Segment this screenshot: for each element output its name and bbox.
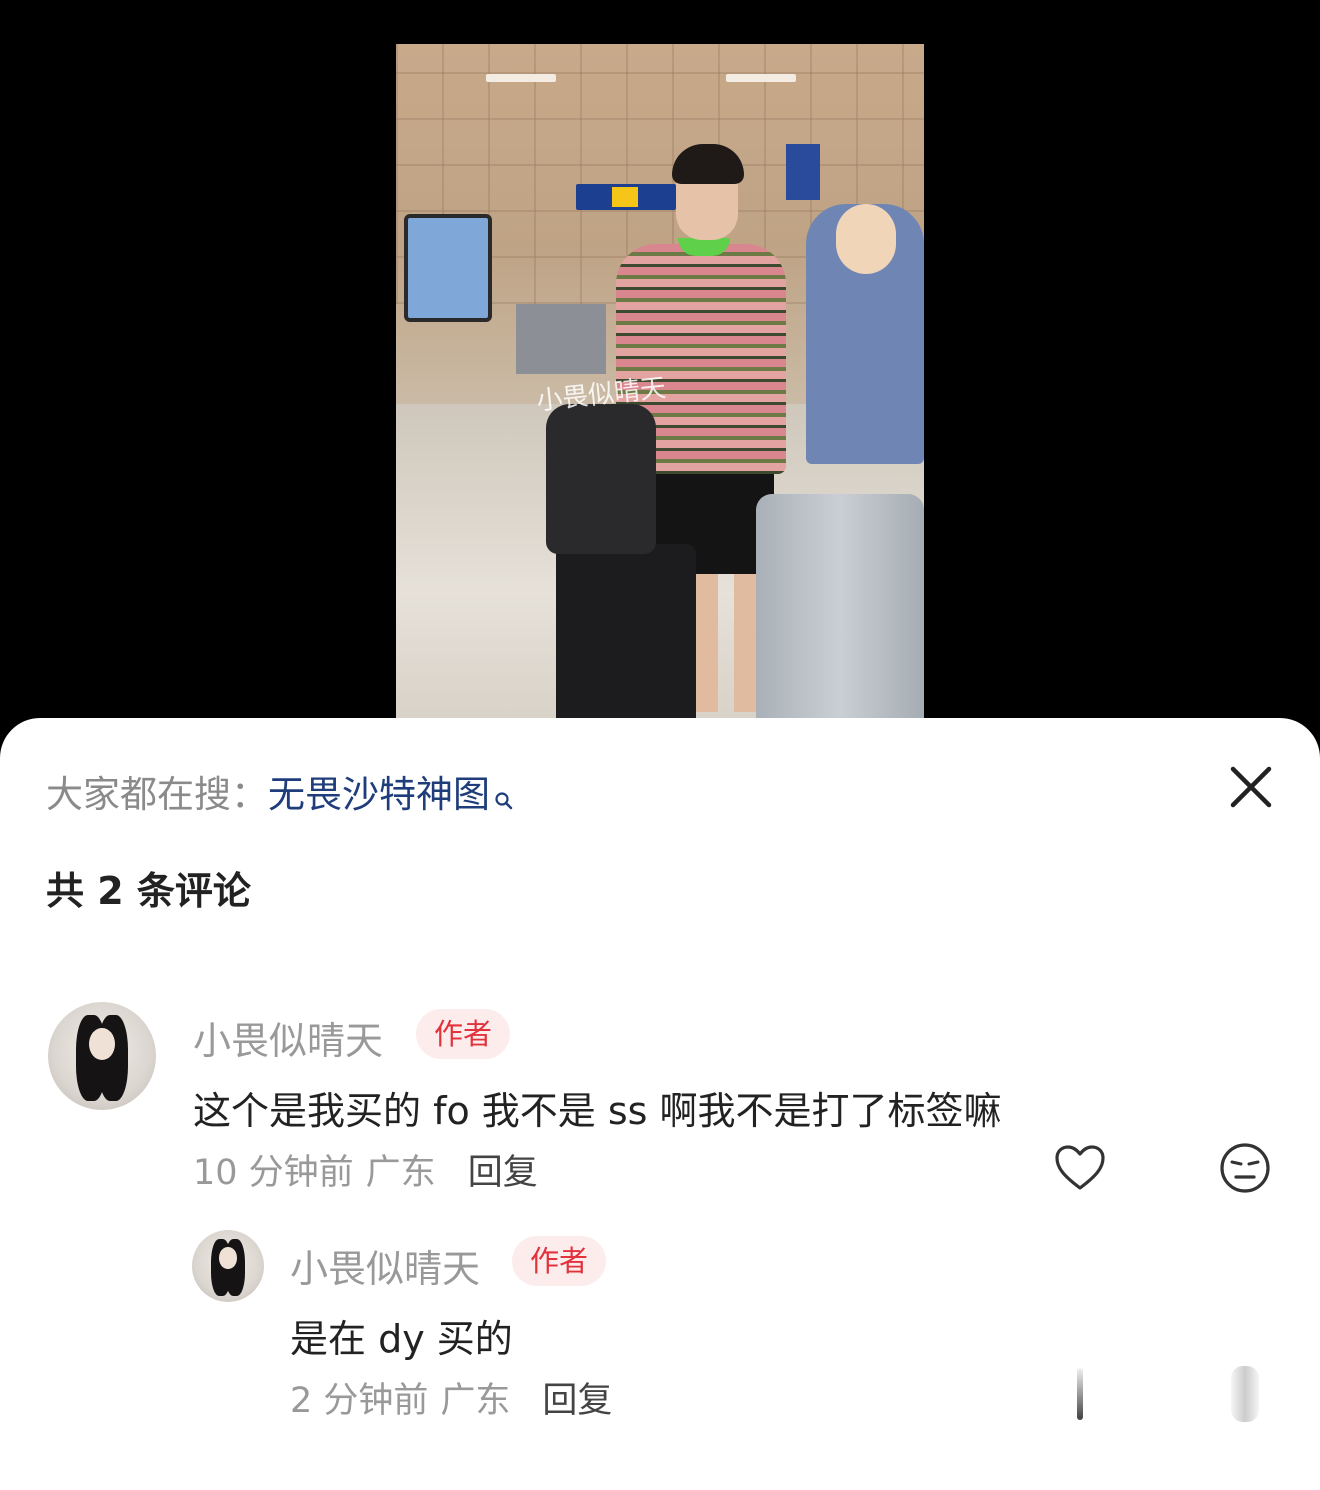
search-icon — [494, 774, 514, 810]
comment-time: 2 分钟前 — [290, 1381, 429, 1421]
trending-search-prefix: 大家都在搜： — [46, 773, 268, 816]
avatar[interactable] — [48, 1002, 156, 1110]
fan-head — [836, 204, 896, 274]
comment-text[interactable]: 这个是我买的 fo 我不是 ss 啊我不是打了标签嘛 — [193, 1080, 1002, 1135]
dark-suitcase — [556, 544, 696, 720]
heart-icon — [1055, 1145, 1105, 1190]
reply-button[interactable]: 回复 — [468, 1153, 538, 1193]
trending-search-term[interactable]: 无畏沙特神图 — [268, 773, 490, 816]
fan-phone — [404, 214, 492, 322]
comment-username[interactable]: 小畏似晴天 — [193, 1010, 383, 1065]
author-badge: 作者 — [512, 1236, 607, 1286]
comment-sheet: 大家都在搜：无畏沙特神图 共 2 条评论 小畏似晴天 作者 这个是我买的 fo … — [0, 718, 1320, 1490]
check-in-counter — [516, 304, 606, 374]
comment-location: 广东 — [365, 1153, 436, 1193]
scroll-indicator — [1231, 1366, 1259, 1422]
scroll-indicator — [1077, 1368, 1083, 1420]
avatar[interactable] — [192, 1230, 264, 1302]
silver-suitcase — [756, 494, 924, 720]
reply-button[interactable]: 回复 — [542, 1381, 612, 1421]
like-button[interactable] — [1054, 1144, 1106, 1196]
author-badge: 作者 — [416, 1009, 511, 1059]
gate-sign — [576, 184, 676, 210]
comment-text[interactable]: 是在 dy 买的 — [290, 1308, 513, 1363]
backpack — [546, 404, 656, 554]
dislike-face-icon — [1220, 1143, 1270, 1193]
close-button[interactable] — [1228, 764, 1274, 810]
comment-time: 10 分钟前 — [193, 1153, 354, 1193]
close-icon — [1230, 766, 1272, 808]
comment-meta: 10 分钟前 广东 回复 — [193, 1144, 538, 1195]
comment-count: 共 2 条评论 — [46, 869, 251, 913]
comment-username[interactable]: 小畏似晴天 — [290, 1238, 480, 1293]
comment-location: 广东 — [440, 1381, 511, 1421]
dislike-button[interactable] — [1219, 1142, 1271, 1198]
video-player[interactable]: 小畏似晴天 — [396, 44, 924, 720]
comment-meta: 2 分钟前 广东 回复 — [290, 1372, 612, 1423]
info-sign — [786, 144, 820, 200]
trending-search[interactable]: 大家都在搜：无畏沙特神图 — [46, 770, 514, 820]
ceiling-light — [726, 74, 796, 82]
ceiling-light — [486, 74, 556, 82]
